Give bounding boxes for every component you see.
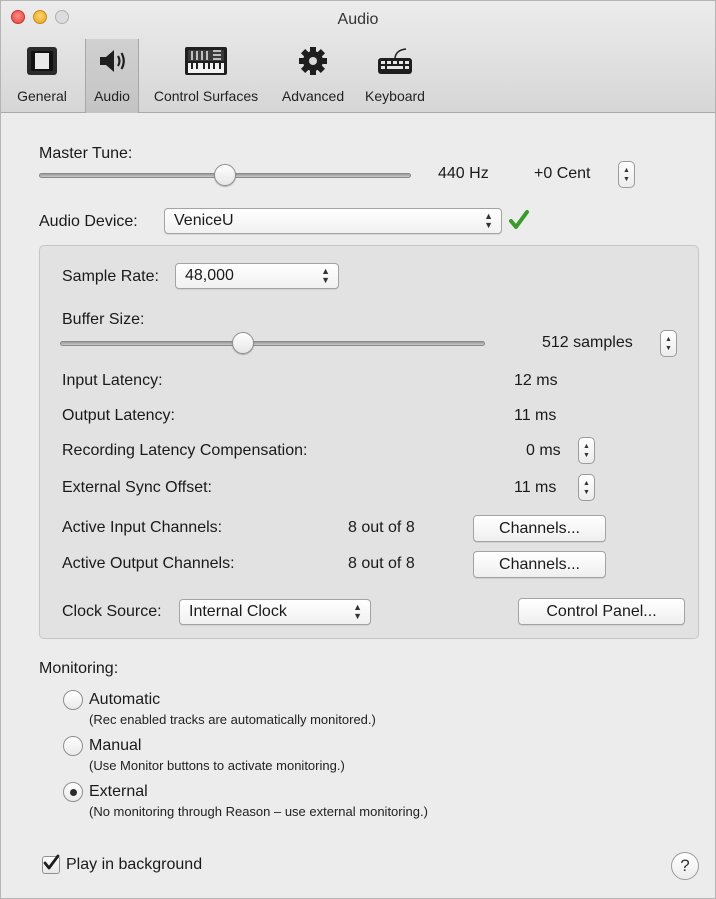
play-in-background-checkbox[interactable] xyxy=(42,854,60,874)
toolbar-audio[interactable]: Audio xyxy=(85,39,139,113)
external-sync-offset-value: 11 ms xyxy=(514,479,557,496)
audio-device-popup[interactable]: VeniceU ▲ ▼ xyxy=(164,208,502,234)
sample-rate-popup[interactable]: 48,000 ▲ ▼ xyxy=(175,263,339,289)
recording-latency-compensation-stepper[interactable]: ▲ ▼ xyxy=(578,437,595,464)
popup-arrows-icon: ▲ ▼ xyxy=(321,266,330,285)
master-tune-hz: 440 Hz xyxy=(438,165,489,182)
window-title: Audio xyxy=(337,11,379,28)
toolbar-general[interactable]: General xyxy=(3,39,81,113)
popup-arrows-icon: ▲ ▼ xyxy=(353,602,362,621)
sample-rate-label: Sample Rate: xyxy=(62,268,159,285)
master-tune-cent: +0 Cent xyxy=(534,165,591,182)
monitoring-automatic-radio[interactable] xyxy=(63,690,83,710)
general-icon xyxy=(22,45,62,77)
checkmark-icon xyxy=(508,209,530,236)
buffer-size-stepper[interactable]: ▲ ▼ xyxy=(660,330,677,357)
buffer-size-value: 512 samples xyxy=(542,334,633,351)
monitoring-external-radio[interactable] xyxy=(63,782,83,802)
active-output-channels-label: Active Output Channels: xyxy=(62,555,235,572)
active-input-channels-label: Active Input Channels: xyxy=(62,519,223,536)
popup-arrows-icon: ▲ ▼ xyxy=(484,211,493,230)
speaker-icon xyxy=(92,45,132,77)
monitoring-label: Monitoring: xyxy=(39,660,119,677)
toolbar-general-label: General xyxy=(17,88,67,104)
audio-device-label: Audio Device: xyxy=(39,213,138,230)
monitoring-automatic-description: (Rec enabled tracks are automatically mo… xyxy=(89,712,376,727)
help-button[interactable]: ? xyxy=(671,852,699,880)
master-tune-label: Master Tune: xyxy=(39,145,133,162)
input-latency-label: Input Latency: xyxy=(62,372,163,389)
buffer-size-label: Buffer Size: xyxy=(62,311,145,328)
toolbar-control-surfaces-label: Control Surfaces xyxy=(153,88,259,104)
clock-source-value: Internal Clock xyxy=(189,603,287,620)
toolbar-audio-label: Audio xyxy=(94,88,130,104)
clock-source-popup[interactable]: Internal Clock ▲ ▼ xyxy=(179,599,371,625)
monitoring-manual-title: Manual xyxy=(89,737,142,754)
mixer-icon xyxy=(182,45,230,77)
input-latency-value: 12 ms xyxy=(514,372,558,389)
recording-latency-compensation-value: 0 ms xyxy=(526,442,561,459)
gear-icon xyxy=(293,45,333,77)
external-sync-offset-stepper[interactable]: ▲ ▼ xyxy=(578,474,595,501)
buffer-size-slider-knob[interactable] xyxy=(232,332,254,354)
recording-latency-compensation-label: Recording Latency Compensation: xyxy=(62,442,308,459)
checkmark-icon xyxy=(43,854,60,870)
toolbar-advanced-label: Advanced xyxy=(281,88,345,104)
control-panel-button[interactable]: Control Panel... xyxy=(518,598,685,625)
active-output-channels-value: 8 out of 8 xyxy=(348,555,415,572)
output-channels-button[interactable]: Channels... xyxy=(473,551,606,578)
sample-rate-value: 48,000 xyxy=(185,267,234,284)
master-tune-cent-stepper[interactable]: ▲ ▼ xyxy=(618,161,635,188)
audio-device-value: VeniceU xyxy=(174,212,234,229)
toolbar-keyboard-label: Keyboard xyxy=(365,88,425,104)
monitoring-external-title: External xyxy=(89,783,148,800)
output-latency-label: Output Latency: xyxy=(62,407,175,424)
active-input-channels-value: 8 out of 8 xyxy=(348,519,415,536)
toolbar-advanced[interactable]: Advanced xyxy=(273,39,353,113)
play-in-background-label: Play in background xyxy=(66,856,203,873)
monitoring-external-description: (No monitoring through Reason – use exte… xyxy=(89,804,428,819)
monitoring-automatic-title: Automatic xyxy=(89,691,161,708)
titlebar: Audio General Audio Control Surfaces Adv… xyxy=(1,1,715,113)
toolbar-control-surfaces[interactable]: Control Surfaces xyxy=(143,39,269,113)
clock-source-label: Clock Source: xyxy=(62,603,162,620)
audio-preferences-window: Audio General Audio Control Surfaces Adv… xyxy=(0,0,716,899)
input-channels-button[interactable]: Channels... xyxy=(473,515,606,542)
master-tune-slider-knob[interactable] xyxy=(214,164,236,186)
keyboard-icon xyxy=(375,45,415,77)
monitoring-manual-radio[interactable] xyxy=(63,736,83,756)
buffer-size-slider-track[interactable] xyxy=(60,341,485,346)
monitoring-manual-description: (Use Monitor buttons to activate monitor… xyxy=(89,758,345,773)
external-sync-offset-label: External Sync Offset: xyxy=(62,479,212,496)
toolbar-keyboard[interactable]: Keyboard xyxy=(357,39,433,113)
output-latency-value: 11 ms xyxy=(514,407,557,424)
